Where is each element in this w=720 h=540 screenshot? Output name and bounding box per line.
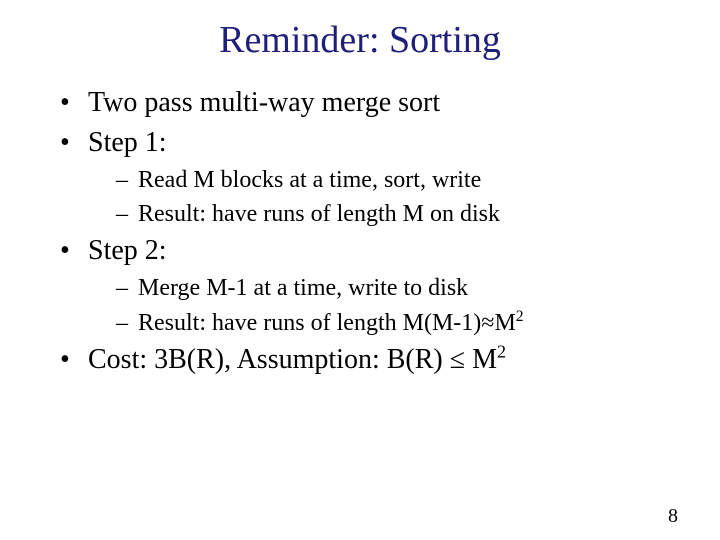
bullet-cost: Cost: 3B(R), Assumption: B(R) ≤ M2 [60,341,680,379]
bullet-step2: Step 2: [60,232,680,270]
bullet-step1-result: Result: have runs of length M on disk [116,198,680,230]
bullet-step2-merge: Merge M-1 at a time, write to disk [116,272,680,304]
text-cost-m: M [465,344,497,375]
bullet-two-pass: Two pass multi-way merge sort [60,84,680,122]
text-cost-prefix: Cost: 3B(R), Assumption: B(R) [88,344,450,375]
le-symbol: ≤ [450,344,465,375]
text-m-exp: 2 [516,308,524,325]
bullet-step1: Step 1: [60,124,680,162]
bullet-step1-read: Read M blocks at a time, sort, write [116,164,680,196]
slide-title: Reminder: Sorting [0,18,720,62]
page-number: 8 [668,505,678,528]
slide-content: Two pass multi-way merge sort Step 1: Re… [0,84,720,379]
bullet-step2-result: Result: have runs of length M(M-1)≈M2 [116,307,680,339]
text-cost-exp: 2 [497,342,506,362]
text-m-base: M [494,310,515,336]
approx-symbol: ≈ [481,310,494,336]
slide: Reminder: Sorting Two pass multi-way mer… [0,18,720,540]
text-runs-length: Result: have runs of length M(M-1) [138,310,481,336]
